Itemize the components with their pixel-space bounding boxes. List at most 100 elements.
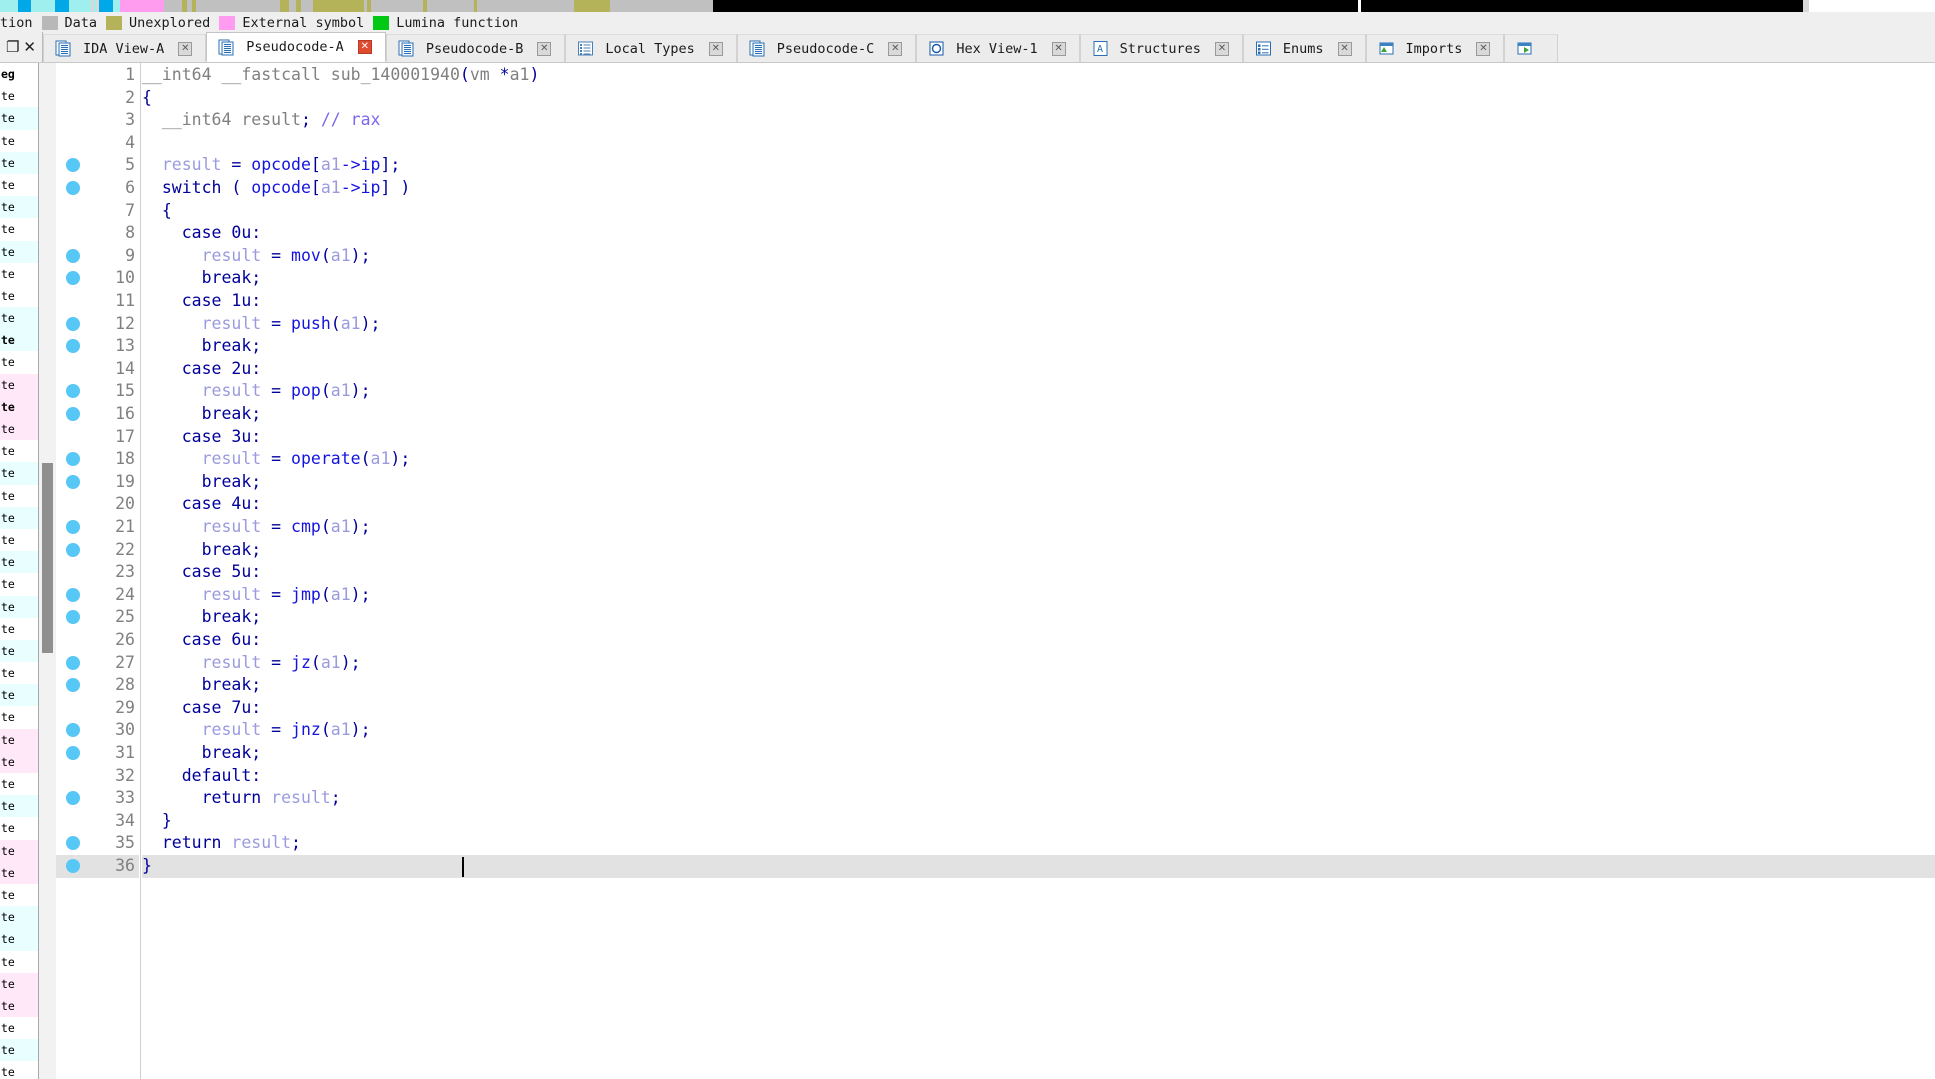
segments-panel-row[interactable]: te <box>0 551 38 574</box>
navigator-segment[interactable] <box>31 0 55 12</box>
tab-close-icon[interactable]: ✕ <box>178 41 193 56</box>
segments-panel-row[interactable]: te <box>0 639 38 663</box>
code-line[interactable]: break; <box>142 267 262 290</box>
code-line[interactable]: default: <box>142 765 261 788</box>
code-line[interactable]: case 1u: <box>142 290 261 313</box>
segments-panel-row[interactable]: te <box>0 617 38 640</box>
breakpoint-dot[interactable] <box>66 678 80 693</box>
breakpoint-dot[interactable] <box>66 384 80 399</box>
breakpoint-dot[interactable] <box>66 859 80 873</box>
segments-panel-row[interactable]: te <box>0 218 38 241</box>
breakpoint-dot[interactable] <box>66 452 80 467</box>
segments-panel-row[interactable]: te <box>0 883 38 907</box>
navigator-segment[interactable] <box>280 0 289 12</box>
segments-panel-row[interactable]: te <box>0 1017 38 1040</box>
code-line[interactable]: { <box>142 200 172 223</box>
tab-ida-view-a[interactable]: IDA View-A ✕ <box>43 34 207 62</box>
navigator-segment[interactable] <box>196 0 280 12</box>
segments-panel-row[interactable]: te <box>0 284 38 308</box>
tab-pseudocode-c[interactable]: Pseudocode-C ✕ <box>736 34 917 62</box>
code-line[interactable]: break; <box>142 471 262 494</box>
breakpoint-dot[interactable] <box>66 271 80 286</box>
code-line[interactable]: case 3u: <box>142 426 261 449</box>
breakpoint-dot[interactable] <box>66 158 80 173</box>
segments-panel-row[interactable]: te <box>0 994 38 1018</box>
code-line[interactable]: break; <box>142 606 262 629</box>
tab-close-icon[interactable]: ✕ <box>708 41 723 56</box>
code-line[interactable]: return result; <box>142 787 341 810</box>
segments-panel-row[interactable]: te <box>0 573 38 596</box>
navigator-segment[interactable] <box>301 0 313 12</box>
segments-panel-sliver[interactable]: eg te te te te te te te te te te te te te te te te te te te… <box>0 63 39 1079</box>
segments-panel-row[interactable]: te <box>0 395 38 418</box>
code-line[interactable]: result = jmp(a1); <box>142 584 371 607</box>
segments-panel-row[interactable]: te <box>0 262 38 285</box>
tab-close-icon[interactable]: ✕ <box>1214 41 1229 56</box>
segments-panel-row[interactable]: te <box>0 196 38 219</box>
segments-panel-row[interactable]: te <box>0 595 38 618</box>
breakpoint-dot[interactable] <box>66 181 80 195</box>
code-line[interactable]: result = jz(a1); <box>142 652 361 675</box>
code-line[interactable]: __int64 __fastcall sub_140001940(vm *a1) <box>142 64 539 87</box>
breakpoint-gutter[interactable] <box>56 63 89 1079</box>
breakpoint-dot[interactable] <box>66 407 80 421</box>
code-line[interactable]: break; <box>142 742 262 765</box>
segments-panel-row[interactable]: te <box>0 1039 38 1062</box>
tab-imports[interactable]: Imports ✕ <box>1365 34 1505 62</box>
segments-panel-row[interactable]: te <box>0 85 38 108</box>
breakpoint-dot[interactable] <box>66 655 80 670</box>
code-line[interactable]: result = jnz(a1); <box>142 719 371 742</box>
navigator-segment[interactable] <box>477 0 574 12</box>
code-area[interactable]: __int64 __fastcall sub_140001940(vm *a1)… <box>142 63 1935 1079</box>
pseudocode-editor[interactable]: 1 2 3 4 5 6 7 8 9 10 11 12 13 14 15 16 17 18 19 20 21 22 23 24 2… <box>39 63 1935 1079</box>
code-line[interactable]: break; <box>142 403 262 426</box>
navigator-segment[interactable] <box>113 0 120 12</box>
tab-enums[interactable]: Enums ✕ <box>1242 34 1366 62</box>
code-line[interactable]: result = cmp(a1); <box>142 516 371 539</box>
segments-panel-row[interactable]: eg <box>0 63 38 86</box>
segments-panel-row[interactable]: te <box>0 129 38 152</box>
close-window-icon[interactable]: ✕ <box>23 39 36 55</box>
segments-panel-row[interactable]: te <box>0 662 38 685</box>
breakpoint-dot[interactable] <box>66 339 80 354</box>
code-line[interactable]: result = operate(a1); <box>142 448 411 471</box>
segments-panel-row[interactable]: te <box>0 240 38 263</box>
navigator-segment[interactable] <box>0 0 18 12</box>
code-line[interactable]: switch ( opcode[a1->ip] ) <box>142 177 410 200</box>
code-line[interactable]: break; <box>142 674 262 697</box>
breakpoint-dot[interactable] <box>66 316 80 331</box>
editor-scrollbar[interactable] <box>39 63 56 1079</box>
segments-panel-row[interactable]: te <box>0 373 38 396</box>
breakpoint-dot[interactable] <box>66 746 80 760</box>
segments-panel-row[interactable]: te <box>0 861 38 884</box>
code-line[interactable]: { <box>142 87 152 110</box>
code-line[interactable]: case 5u: <box>142 561 261 584</box>
navigator-segment[interactable] <box>18 0 31 12</box>
segments-panel-row[interactable]: te <box>0 906 38 929</box>
code-line[interactable]: case 4u: <box>142 493 261 516</box>
segments-panel-row[interactable]: te <box>0 528 38 552</box>
segments-panel-row[interactable]: te <box>0 440 38 463</box>
navigator-segment[interactable] <box>289 0 296 12</box>
code-line[interactable]: } <box>142 810 172 833</box>
segments-panel-row[interactable]: te <box>0 839 38 862</box>
tab-pseudocode-a[interactable]: Pseudocode-A ✕ <box>206 32 386 62</box>
segments-panel-row[interactable]: te <box>0 950 38 973</box>
segments-panel-row[interactable]: te <box>0 706 38 729</box>
code-line[interactable]: result = pop(a1); <box>142 380 371 403</box>
tab-pseudocode-b[interactable]: Pseudocode-B ✕ <box>385 34 566 62</box>
segments-panel-row[interactable]: te <box>0 151 38 174</box>
tab-structures[interactable]: A Structures ✕ <box>1079 34 1243 62</box>
code-line[interactable]: result = opcode[a1->ip]; <box>142 154 400 177</box>
code-line[interactable]: result = mov(a1); <box>142 245 371 268</box>
navigator-segment[interactable] <box>55 0 69 12</box>
scrollbar-thumb[interactable] <box>42 463 53 653</box>
breakpoint-dot[interactable] <box>66 791 80 806</box>
segments-panel-row[interactable]: te <box>0 307 38 330</box>
navigator-segment[interactable] <box>1809 0 1909 12</box>
segments-panel-row[interactable]: te <box>0 418 38 441</box>
segments-panel-row[interactable]: te <box>0 817 38 840</box>
code-line[interactable]: case 6u: <box>142 629 261 652</box>
navigator-segment[interactable] <box>120 0 164 12</box>
breakpoint-dot[interactable] <box>66 610 80 625</box>
